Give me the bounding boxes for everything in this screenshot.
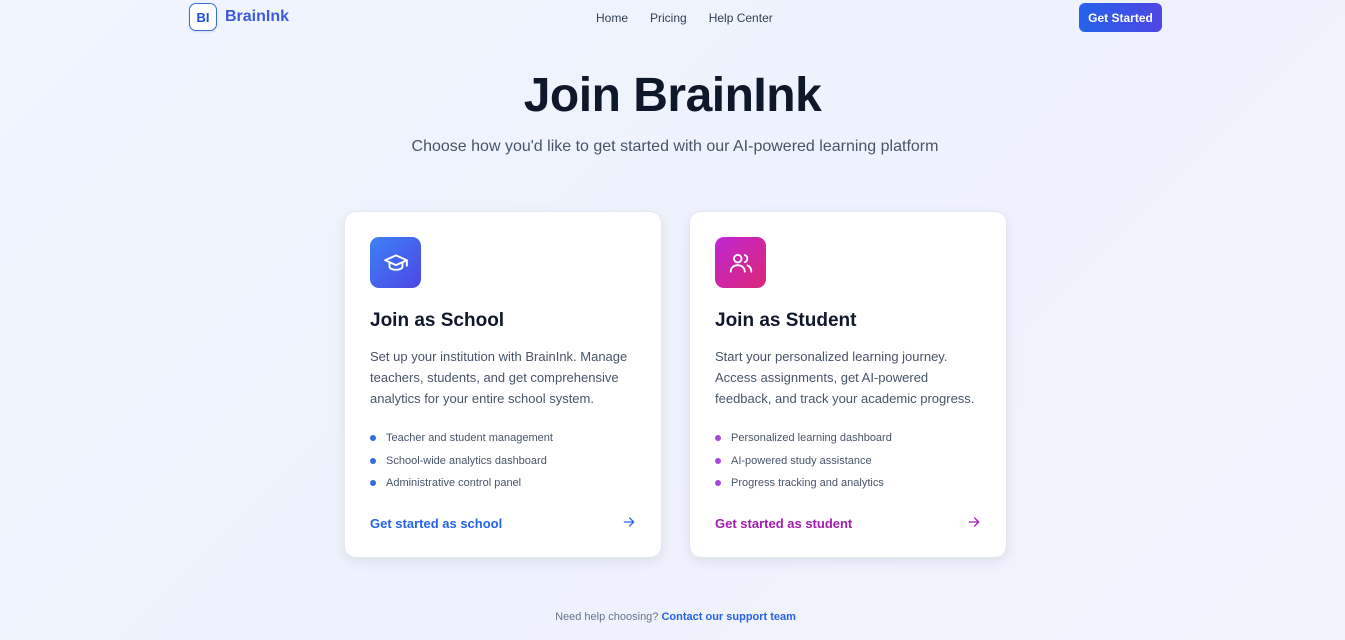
student-option-card[interactable]: Join as Student Start your personalized … [689, 211, 1007, 558]
graduation-cap-icon [370, 237, 421, 288]
card-description: Start your personalized learning journey… [715, 349, 975, 406]
feature-item: Personalized learning dashboard [715, 427, 892, 450]
page-subtitle: Choose how you'd like to get started wit… [411, 138, 939, 155]
logo-mark: BI [189, 3, 217, 31]
bullet-dot [370, 457, 376, 464]
help-footer: Need help choosing? Contact our support … [0, 611, 1345, 623]
feature-list: Teacher and student management School-wi… [370, 427, 553, 495]
get-started-student-link[interactable]: Get started as student [715, 516, 852, 531]
feature-label: Progress tracking and analytics [731, 477, 884, 490]
bullet-dot [370, 435, 376, 442]
feature-list: Personalized learning dashboard AI-power… [715, 427, 892, 495]
bullet-dot [370, 480, 376, 487]
feature-label: Administrative control panel [386, 477, 522, 490]
page-title: Join BrainInk [523, 69, 822, 122]
contact-support-link[interactable]: Contact our support team [661, 611, 795, 623]
nav-link-help-center[interactable]: Help Center [709, 11, 773, 25]
card-title: Join as Student [715, 310, 857, 331]
feature-label: Personalized learning dashboard [731, 432, 892, 445]
brand-logo[interactable]: BI BrainInk [189, 3, 289, 31]
feature-item: School-wide analytics dashboard [370, 450, 553, 473]
users-icon [715, 237, 766, 288]
feature-label: School-wide analytics dashboard [386, 454, 547, 467]
feature-item: AI-powered study assistance [715, 450, 892, 473]
help-text: Need help choosing? [555, 611, 659, 623]
bullet-dot [715, 435, 721, 442]
feature-label: AI-powered study assistance [731, 454, 872, 467]
nav-links: Home Pricing Help Center [596, 11, 773, 25]
school-option-card[interactable]: Join as School Set up your institution w… [344, 211, 662, 558]
get-started-button[interactable]: Get Started [1079, 3, 1162, 32]
arrow-right-icon[interactable] [622, 515, 636, 534]
feature-item: Progress tracking and analytics [715, 472, 892, 495]
feature-item: Teacher and student management [370, 427, 553, 450]
feature-item: Administrative control panel [370, 472, 553, 495]
nav-link-home[interactable]: Home [596, 11, 628, 25]
feature-label: Teacher and student management [386, 432, 553, 445]
bullet-dot [715, 457, 721, 464]
card-description: Set up your institution with BrainInk. M… [370, 349, 628, 406]
card-title: Join as School [370, 310, 505, 331]
bullet-dot [715, 480, 721, 487]
get-started-school-link[interactable]: Get started as school [370, 516, 502, 531]
arrow-right-icon[interactable] [967, 515, 981, 534]
top-nav: BI BrainInk Home Pricing Help Center Get… [0, 0, 1345, 36]
brand-name: BrainInk [225, 8, 290, 25]
nav-link-pricing[interactable]: Pricing [650, 11, 687, 25]
